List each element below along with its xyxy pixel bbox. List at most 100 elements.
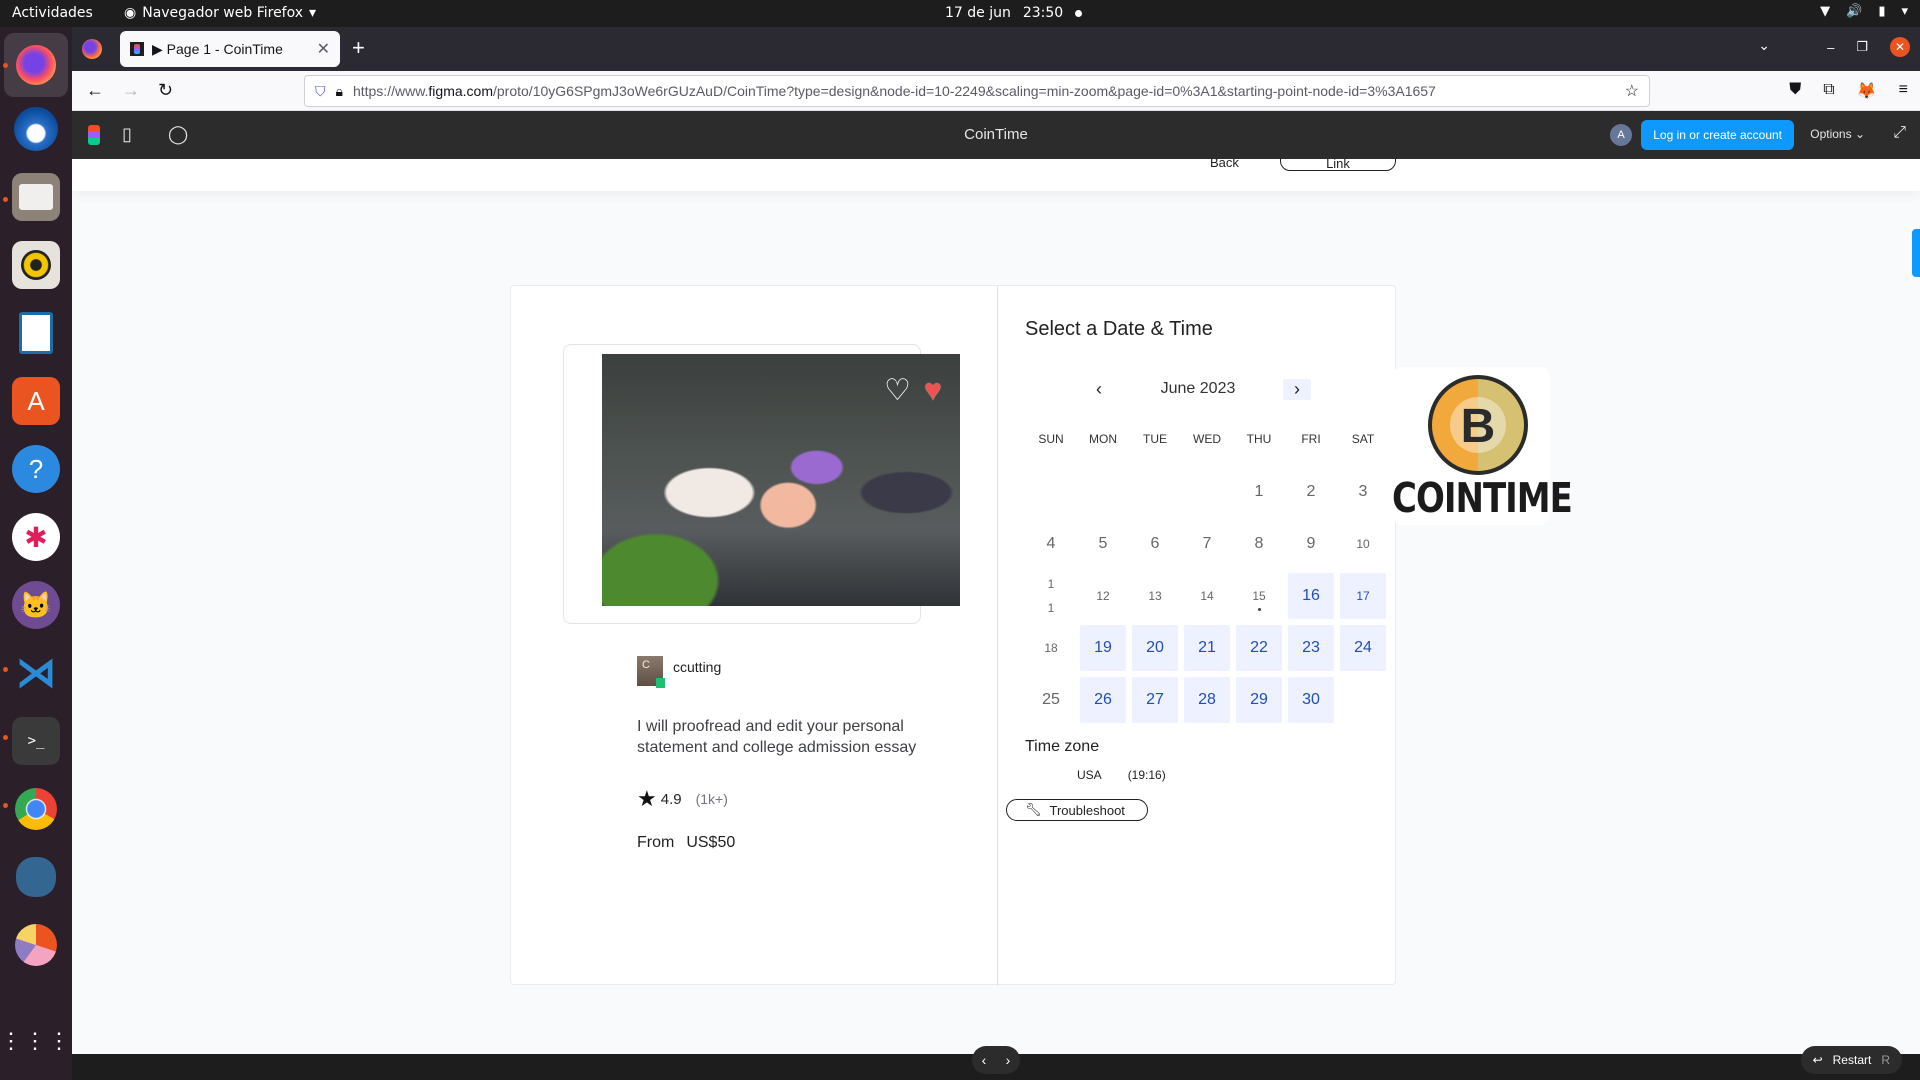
show-apps-button[interactable]: ⋮⋮⋮ [0,1017,70,1065]
seller-name: ccutting [673,659,722,675]
calendar-day-available[interactable]: 17 [1340,573,1386,619]
gig-photo[interactable]: ♡ ♥ [602,354,960,606]
clock[interactable]: 17 de jun 23:50 [945,5,1083,21]
minimize-icon[interactable]: – [1827,40,1834,55]
dock-pgadmin[interactable] [12,853,60,901]
fullscreen-icon[interactable]: ⤢ [1893,124,1906,142]
online-status-icon [656,678,665,688]
avatar[interactable]: A [1610,124,1632,146]
app-menu[interactable]: ◉ Navegador web Firefox ▾ [124,5,316,21]
extensions-icon[interactable]: ⧉ [1823,81,1834,101]
calendar-day: 13 [1148,589,1162,603]
notification-dot-icon [1075,9,1083,17]
dock-chrome[interactable] [12,785,60,833]
url-bar[interactable]: ⛉ 🔒︎ https://www.figma.com/proto/10yG6SP… [304,75,1650,107]
speaker-icon [21,250,51,280]
dock-github[interactable]: 🐱 [12,581,60,629]
dock-slack[interactable]: ✱ [12,513,60,561]
calendar-day: 10 [1356,537,1370,551]
calendar-day-available[interactable]: 16 [1288,573,1334,619]
system-tray[interactable]: ▼ 🔊 ▮ ▾ [1820,4,1908,19]
navigation-toolbar: ← → ↻ ⛉ 🔒︎ https://www.figma.com/proto/1… [72,71,1920,111]
battery-icon: ▮ [1878,4,1886,19]
running-indicator [3,803,8,808]
calendar-day-available[interactable]: 20 [1132,625,1178,671]
dock-pie-app[interactable] [12,921,60,969]
dock-firefox[interactable] [4,33,68,97]
restart-button[interactable]: ↩ Restart R [1800,1046,1902,1074]
scrollbar-thumb[interactable] [1912,229,1920,277]
seller-info[interactable]: C ccutting [637,656,722,688]
slack-icon: ✱ [24,521,48,553]
troubleshoot-button[interactable]: 🔧︎ Troubleshoot [1006,799,1148,821]
brand-wordmark: COINTIME [1392,475,1573,523]
options-menu[interactable]: Options ⌄ [1810,127,1865,141]
window-controls: – ❐ ✕ [1827,37,1910,57]
new-tab-button[interactable]: + [352,35,365,61]
calendar-day-available[interactable]: 27 [1132,677,1178,723]
menu-icon[interactable]: ≡ [1899,81,1908,101]
weekday-header: SUN MON TUE WED THU FRI SAT [1025,432,1385,446]
heart-filled-icon[interactable]: ♥ [924,376,942,406]
close-tab-icon[interactable]: ✕ [317,39,330,59]
dock-help[interactable]: ? [12,445,60,493]
timezone-select[interactable]: USA (19:16) [1077,768,1166,782]
list-all-tabs-icon[interactable]: ⌄ [1758,37,1770,54]
thunderbird-icon [14,107,58,151]
dock-rhythmbox[interactable] [12,241,60,289]
heart-outline-icon[interactable]: ♡ [884,376,911,406]
dock-app-center[interactable]: A [12,377,60,425]
tab-bar: ▶ Page 1 - CoinTime ✕ + ⌄ – ❐ ✕ [72,27,1920,71]
maximize-icon[interactable]: ❐ [1856,39,1868,55]
next-month-icon[interactable]: › [1282,378,1311,400]
rating-value: 4.9 [660,790,682,808]
tab-active[interactable]: ▶ Page 1 - CoinTime ✕ [120,31,340,67]
booking-card: ♡ ♥ C ccutting I will proofread and edit… [510,285,1396,986]
login-button[interactable]: Log in or create account [1641,120,1794,150]
next-frame-icon[interactable]: › [1006,1052,1011,1068]
tracking-shield-icon[interactable]: ⛉ [315,83,326,100]
pocket-icon[interactable]: ⛊ [1789,81,1801,101]
calendar-day-available[interactable]: 21 [1184,625,1230,671]
calendar-day-empty [1132,469,1178,515]
calendar-day-available[interactable]: 23 [1288,625,1334,671]
link-button[interactable]: Link [1280,159,1396,171]
calendar-grid: 1 2 3 4 5 6 7 8 9 10 1 1 12 13 14 15 16 17 18 19 20 21 22 23 24 2… [1025,466,1386,726]
dock-terminal[interactable]: >_ [12,717,60,765]
forward-icon[interactable]: → [122,80,140,101]
month-navigator: ‹ June 2023 › [1085,378,1311,400]
figma-favicon-icon [130,42,144,56]
dock-thunderbird[interactable] [12,105,60,153]
dock-writer[interactable] [12,309,60,357]
weekday-label: SUN [1038,432,1064,446]
prev-month-icon[interactable]: ‹ [1085,379,1113,400]
calendar-day-available[interactable]: 28 [1184,677,1230,723]
calendar-day-available[interactable]: 29 [1236,677,1282,723]
close-window-icon[interactable]: ✕ [1890,37,1910,57]
weekday-label: TUE [1143,432,1167,446]
gig-description[interactable]: I will proofread and edit your personal … [637,716,937,758]
reload-icon[interactable]: ↻ [158,80,173,101]
back-icon[interactable]: ← [86,80,104,101]
folder-icon [19,184,53,210]
bookmark-star-icon[interactable]: ☆ [1625,81,1639,101]
lock-icon[interactable]: 🔒︎ [336,83,343,100]
gig-image-frame: ♡ ♥ [563,344,960,624]
prev-frame-icon[interactable]: ‹ [982,1052,987,1068]
calendar-day-available[interactable]: 19 [1080,625,1126,671]
month-label: June 2023 [1160,380,1236,397]
back-link[interactable]: Back [1210,159,1239,170]
calendar-day-available[interactable]: 24 [1340,625,1386,671]
calendar-title: Select a Date & Time [1025,318,1213,340]
dock-vscode[interactable]: ⋊ [12,649,60,697]
calendar-day-available[interactable]: 22 [1236,625,1282,671]
gig-rating: ★ 4.9 (1k+) [637,786,728,812]
wifi-icon: ▼ [1820,4,1831,19]
dock-files[interactable] [12,173,60,221]
metamask-icon[interactable]: 🦊 [1857,81,1877,101]
calendar-day: 11 [1047,577,1055,615]
calendar-day-available[interactable]: 30 [1288,677,1334,723]
firefox-view-icon[interactable] [82,39,102,59]
activities-button[interactable]: Actividades [12,5,93,21]
calendar-day-available[interactable]: 26 [1080,677,1126,723]
